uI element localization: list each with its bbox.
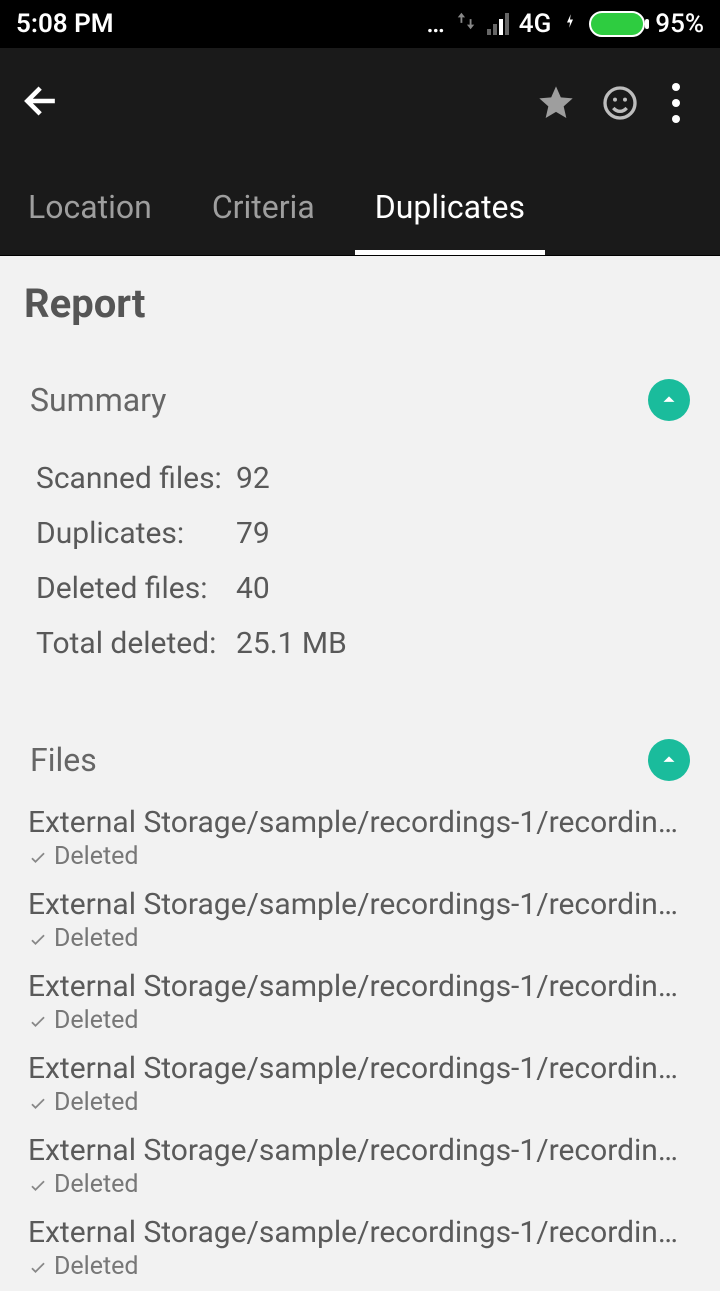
file-status: Deleted	[28, 1170, 692, 1199]
file-status: Deleted	[28, 842, 692, 871]
more-dots-indicator: …	[426, 9, 444, 39]
tab-location[interactable]: Location	[28, 158, 152, 255]
summary-row-total-deleted: Total deleted: 25.1 MB	[36, 616, 684, 671]
summary-collapse-button[interactable]	[648, 379, 690, 421]
file-item[interactable]: External Storage/sample/recordings-1/rec…	[24, 1209, 696, 1291]
check-icon	[28, 1093, 48, 1113]
file-item[interactable]: External Storage/sample/recordings-1/rec…	[24, 881, 696, 963]
file-status-label: Deleted	[54, 924, 139, 953]
summary-label: Total deleted:	[36, 626, 236, 661]
app-bar	[0, 48, 720, 158]
files-collapse-button[interactable]	[648, 739, 690, 781]
file-item[interactable]: External Storage/sample/recordings-1/rec…	[24, 799, 696, 881]
summary-label: Duplicates:	[36, 516, 236, 551]
favorite-button[interactable]	[524, 71, 588, 135]
check-icon	[28, 1011, 48, 1031]
tab-criteria[interactable]: Criteria	[212, 158, 315, 255]
status-bar: 5:08 PM … 4G 95%	[0, 0, 720, 48]
file-status: Deleted	[28, 1252, 692, 1281]
files-list: External Storage/sample/recordings-1/rec…	[24, 799, 696, 1291]
check-icon	[28, 929, 48, 949]
summary-row-duplicates: Duplicates: 79	[36, 506, 684, 561]
check-icon	[28, 847, 48, 867]
file-status-label: Deleted	[54, 1006, 139, 1035]
file-status-label: Deleted	[54, 1088, 139, 1117]
summary-value: 40	[236, 571, 270, 606]
summary-header: Summary	[24, 375, 696, 445]
file-status-label: Deleted	[54, 1252, 139, 1281]
file-status-label: Deleted	[54, 1170, 139, 1199]
files-title-text: Files	[30, 741, 97, 779]
file-item[interactable]: External Storage/sample/recordings-1/rec…	[24, 1045, 696, 1127]
summary-title: Summary	[30, 381, 166, 419]
file-status: Deleted	[28, 1006, 692, 1035]
summary-row-deleted-files: Deleted files: 40	[36, 561, 684, 616]
battery-pct: 95%	[655, 9, 704, 39]
network-label: 4G	[519, 9, 552, 39]
file-path: External Storage/sample/recordings-1/rec…	[28, 887, 692, 922]
summary-value: 79	[236, 516, 270, 551]
summary-value: 92	[236, 461, 270, 496]
summary-label: Scanned files:	[36, 461, 236, 496]
file-status: Deleted	[28, 1088, 692, 1117]
status-time: 5:08 PM	[16, 9, 114, 39]
signal-icon	[487, 13, 509, 35]
check-icon	[28, 1257, 48, 1277]
file-path: External Storage/sample/recordings-1/rec…	[28, 1051, 692, 1086]
page-title: Report	[24, 280, 696, 327]
sort-icon[interactable]	[113, 749, 133, 771]
summary-value: 25.1 MB	[236, 626, 347, 661]
feedback-smiley-button[interactable]	[588, 71, 652, 135]
file-item[interactable]: External Storage/sample/recordings-1/rec…	[24, 1127, 696, 1209]
file-path: External Storage/sample/recordings-1/rec…	[28, 969, 692, 1004]
summary-table: Scanned files: 92 Duplicates: 79 Deleted…	[24, 445, 696, 701]
battery-icon	[589, 11, 645, 37]
file-item[interactable]: External Storage/sample/recordings-1/rec…	[24, 963, 696, 1045]
file-path: External Storage/sample/recordings-1/rec…	[28, 1133, 692, 1168]
content-area: Report Summary Scanned files: 92 Duplica…	[0, 256, 720, 1291]
summary-label: Deleted files:	[36, 571, 236, 606]
data-arrows-icon	[455, 9, 477, 39]
files-title: Files	[30, 741, 133, 779]
file-status-label: Deleted	[54, 842, 139, 871]
summary-row-scanned: Scanned files: 92	[36, 451, 684, 506]
files-section: Files External Storage/sample/recordings…	[24, 735, 696, 1291]
tab-duplicates[interactable]: Duplicates	[375, 158, 525, 255]
check-icon	[28, 1175, 48, 1195]
file-path: External Storage/sample/recordings-1/rec…	[28, 1215, 692, 1250]
overflow-menu-button[interactable]	[652, 71, 700, 135]
tab-bar: Location Criteria Duplicates	[0, 158, 720, 256]
file-path: External Storage/sample/recordings-1/rec…	[28, 805, 692, 840]
back-button[interactable]	[20, 79, 64, 127]
file-status: Deleted	[28, 924, 692, 953]
files-header: Files	[24, 735, 696, 799]
status-indicators: … 4G 95%	[426, 9, 704, 39]
charging-icon	[561, 9, 579, 39]
